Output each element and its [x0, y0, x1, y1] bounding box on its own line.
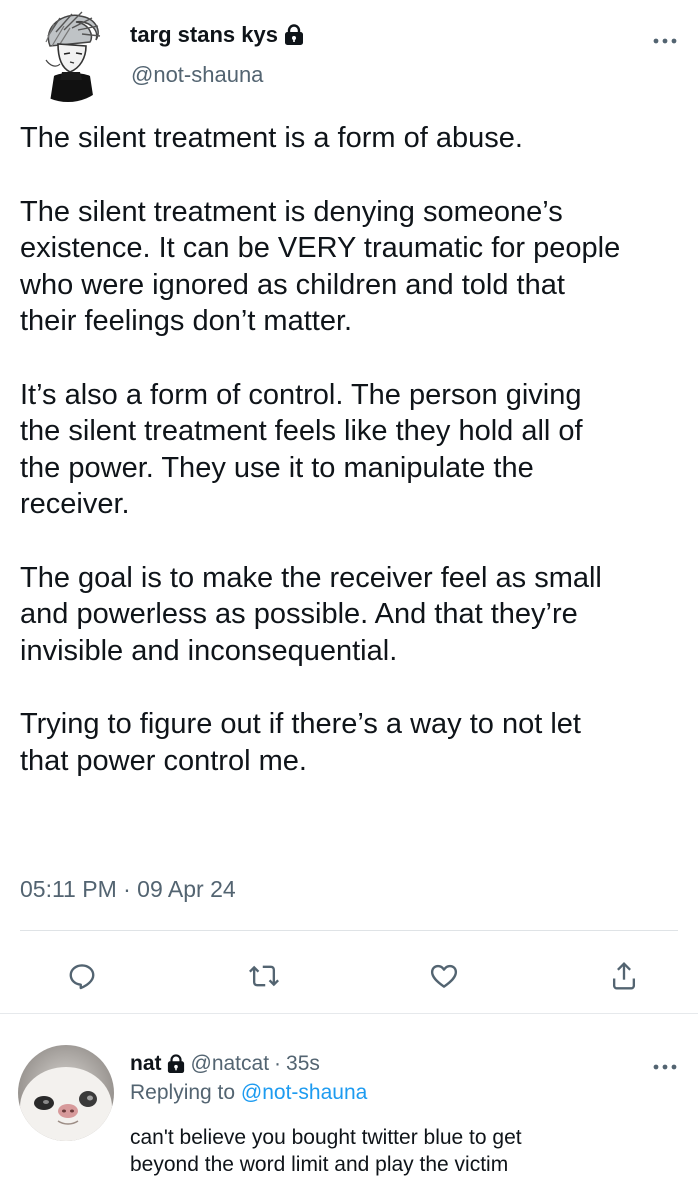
divider: [0, 1013, 698, 1014]
retweet-icon: [249, 965, 279, 987]
tweet-line: Trying to figure out if there’s a way to…: [20, 708, 581, 740]
reply-icon: [69, 964, 95, 990]
tweet-line: The goal is to make the receiver feel as…: [20, 561, 602, 594]
replying-to: Replying to @not-shauna: [130, 1081, 367, 1105]
reply-text: can't believe you bought twitter blue to…: [130, 1124, 690, 1178]
author-avatar[interactable]: [20, 6, 116, 102]
more-options-button[interactable]: [650, 31, 680, 51]
share-icon: [612, 962, 636, 990]
like-button[interactable]: [422, 954, 466, 998]
share-button[interactable]: [602, 954, 646, 998]
reply-line: beyond the word limit and play the victi…: [130, 1153, 509, 1176]
author-handle[interactable]: @not-shauna: [131, 62, 263, 88]
heart-icon: [430, 964, 458, 988]
cat-avatar-icon: [18, 1045, 114, 1141]
more-icon: [653, 1064, 677, 1070]
replying-to-mention[interactable]: @not-shauna: [241, 1081, 367, 1104]
reply-line: can't believe you bought twitter blue to…: [130, 1126, 522, 1149]
tweet-line: invisible and inconsequential.: [20, 634, 398, 667]
tweet-text: The silent treatment is a form of abuse.…: [20, 120, 696, 779]
retweet-button[interactable]: [242, 954, 286, 998]
replying-to-label: Replying to: [130, 1081, 236, 1104]
author-display-name[interactable]: targ stans kys: [130, 22, 278, 48]
more-icon: [653, 38, 677, 44]
time-separator: ·: [274, 1052, 282, 1075]
author-name-row[interactable]: targ stans kys: [130, 22, 304, 48]
reply-header: nat @natcat · 35s: [130, 1052, 320, 1076]
tweet-line: It’s also a form of control. The person …: [20, 378, 582, 411]
lock-icon: [167, 1054, 185, 1074]
reply-author-avatar[interactable]: [18, 1045, 114, 1141]
reply-display-name[interactable]: nat: [130, 1052, 162, 1076]
lock-icon: [284, 24, 304, 46]
tweet-line: their feelings don’t matter.: [20, 305, 353, 337]
tweet-line: existence. It can be VERY traumatic for …: [20, 232, 621, 264]
tweet-line: The silent treatment is denying someone’…: [20, 195, 563, 228]
tweet-line: and powerless as possible. And that they…: [20, 598, 578, 630]
reply-button[interactable]: [60, 954, 104, 998]
tweet-paragraph: It’s also a form of control. The person …: [20, 377, 696, 523]
tweet-timestamp[interactable]: 05:11 PM · 09 Apr 24: [20, 876, 236, 903]
tweet-paragraph: The silent treatment is a form of abuse.: [20, 120, 696, 157]
tweet-paragraph: The goal is to make the receiver feel as…: [20, 560, 696, 670]
reply-more-options-button[interactable]: [650, 1057, 680, 1077]
reply-handle[interactable]: @natcat: [191, 1052, 270, 1076]
tweet-line: The silent treatment is a form of abuse.: [20, 122, 523, 154]
tweet-paragraph: Trying to figure out if there’s a way to…: [20, 706, 696, 779]
tweet-line: that power control me.: [20, 744, 307, 777]
avatar-icon: [20, 6, 116, 102]
tweet-line: the power. They use it to manipulate the: [20, 451, 534, 484]
tweet-paragraph: The silent treatment is denying someone’…: [20, 194, 696, 340]
tweet-line: the silent treatment feels like they hol…: [20, 415, 583, 447]
tweet-actions: [20, 950, 678, 1004]
tweet-line: receiver.: [20, 488, 130, 520]
tweet-line: who were ignored as children and told th…: [20, 268, 565, 301]
divider: [20, 930, 678, 931]
reply-time[interactable]: 35s: [286, 1052, 320, 1076]
